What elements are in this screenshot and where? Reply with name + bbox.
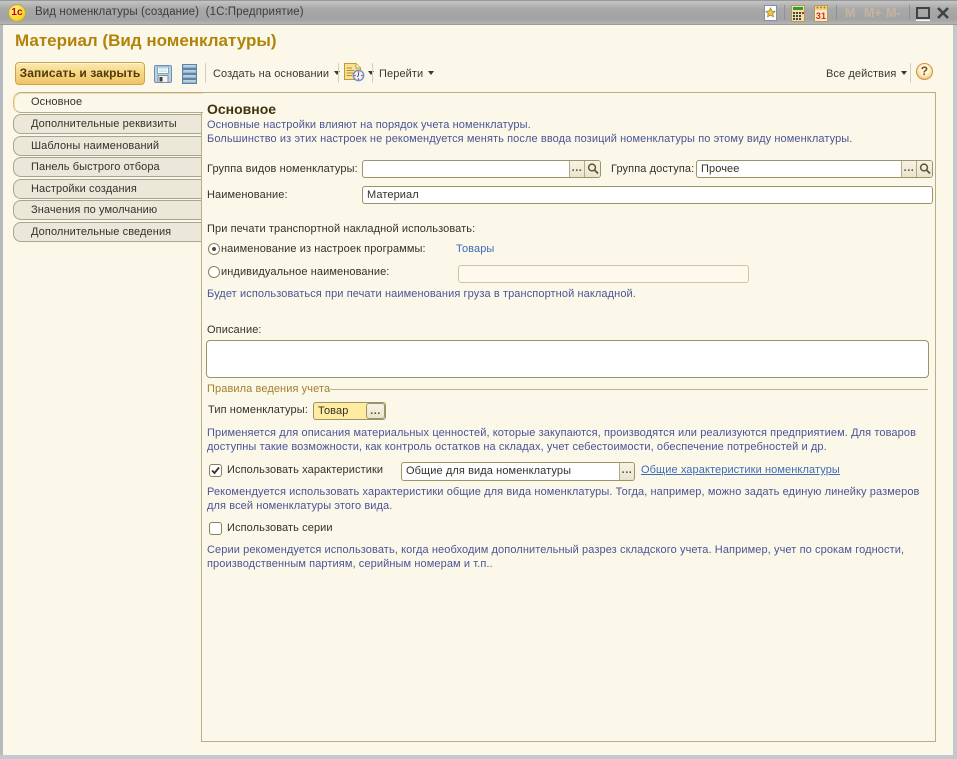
svg-text:31: 31 [816,11,826,21]
